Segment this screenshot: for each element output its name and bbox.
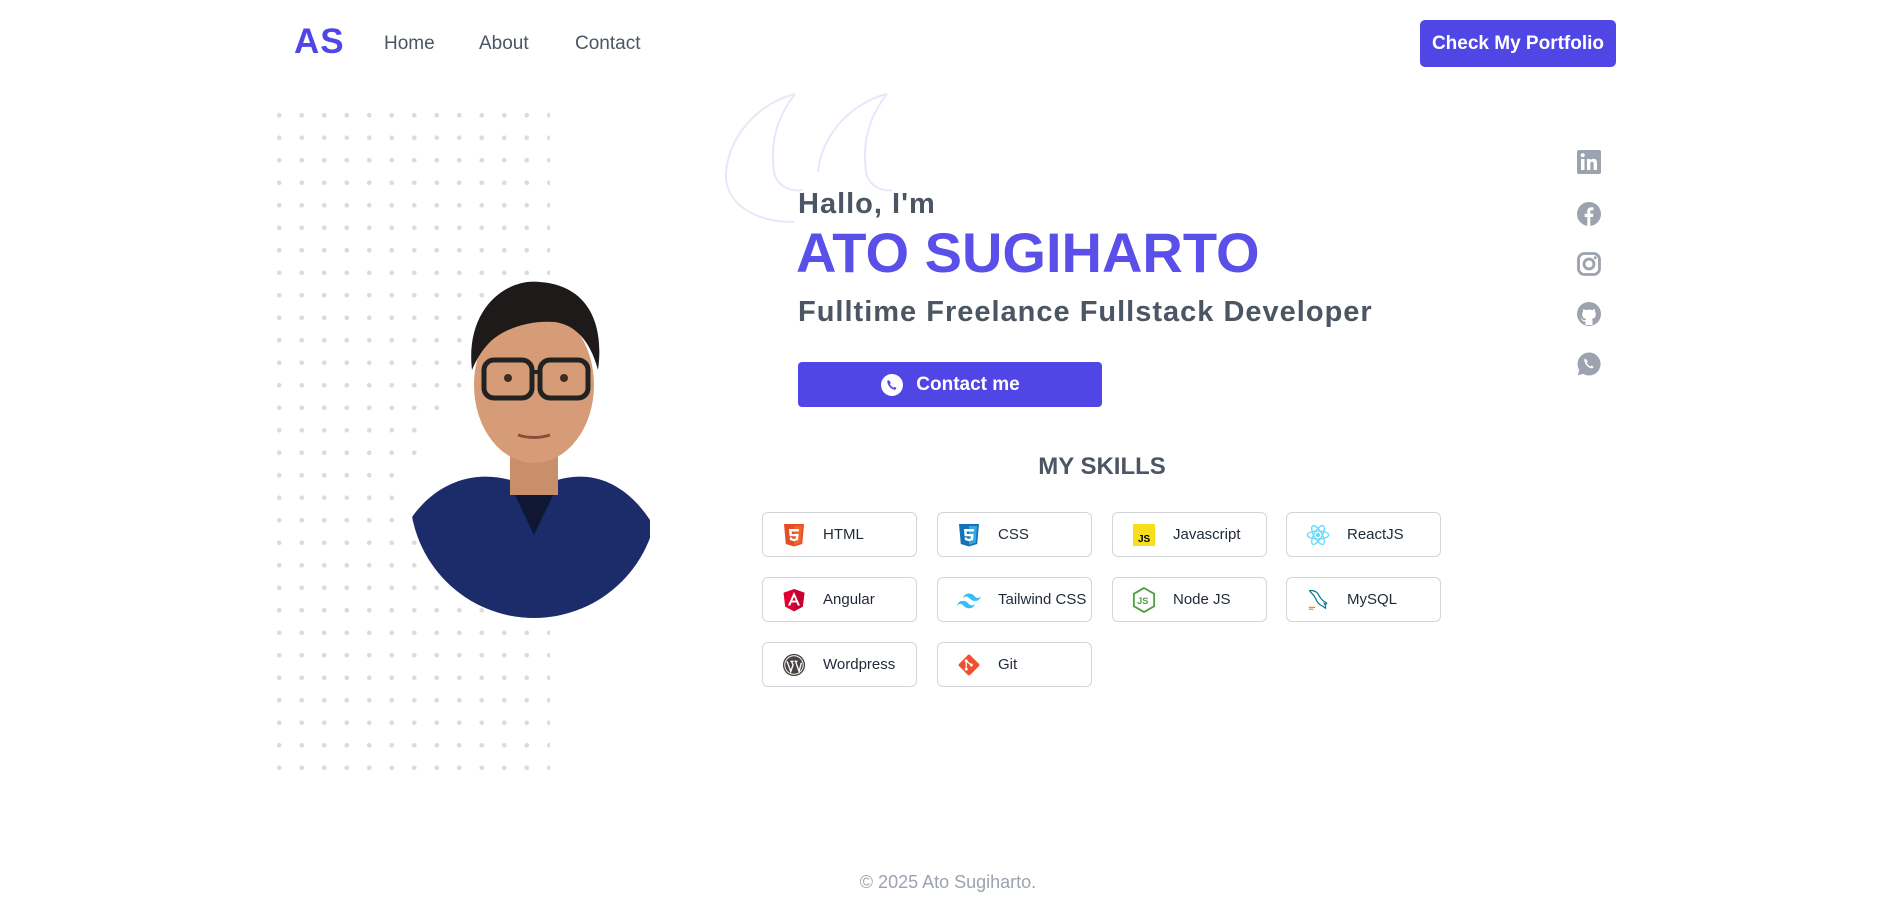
github-icon[interactable] bbox=[1576, 301, 1602, 327]
skill-label: MySQL bbox=[1347, 591, 1398, 608]
whatsapp-icon bbox=[881, 373, 904, 396]
skill-card-nodejs: JS Node JS bbox=[1112, 577, 1267, 622]
whatsapp-icon[interactable] bbox=[1576, 351, 1602, 377]
css3-icon bbox=[957, 523, 981, 547]
skill-card-css: CSS bbox=[937, 512, 1092, 557]
mysql-icon bbox=[1306, 588, 1330, 612]
skill-label: HTML bbox=[823, 526, 864, 543]
skill-label: Angular bbox=[823, 591, 875, 608]
skills-title: MY SKILLS bbox=[1038, 453, 1166, 480]
wordpress-icon bbox=[782, 653, 806, 677]
javascript-icon: JS bbox=[1132, 523, 1156, 547]
git-icon bbox=[957, 653, 981, 677]
hero-name: ATO SUGIHARTO bbox=[796, 221, 1260, 284]
check-portfolio-button[interactable]: Check My Portfolio bbox=[1420, 20, 1616, 67]
angular-icon bbox=[782, 588, 806, 612]
skill-card-tailwind: Tailwind CSS bbox=[937, 577, 1092, 622]
instagram-icon[interactable] bbox=[1576, 251, 1602, 277]
nav-link-home[interactable]: Home bbox=[384, 33, 435, 55]
contact-me-label: Contact me bbox=[916, 373, 1020, 395]
skill-label: Git bbox=[998, 656, 1018, 673]
hero-role: Fulltime Freelance Fullstack Developer bbox=[798, 296, 1373, 328]
tailwind-icon bbox=[957, 588, 981, 612]
nav-link-contact[interactable]: Contact bbox=[575, 33, 640, 55]
skill-label: CSS bbox=[998, 526, 1029, 543]
skill-label: Javascript bbox=[1173, 526, 1241, 543]
facebook-icon[interactable] bbox=[1576, 201, 1602, 227]
skill-card-git: Git bbox=[937, 642, 1092, 687]
skill-card-angular: Angular bbox=[762, 577, 917, 622]
profile-photo bbox=[410, 281, 650, 618]
footer-copyright: © 2025 Ato Sugiharto. bbox=[859, 872, 1037, 892]
skill-label: ReactJS bbox=[1347, 526, 1404, 543]
html5-icon bbox=[782, 523, 806, 547]
skill-card-reactjs: ReactJS bbox=[1286, 512, 1441, 557]
skill-label: Node JS bbox=[1173, 591, 1231, 608]
nav-link-about[interactable]: About bbox=[479, 33, 529, 55]
skill-label: Tailwind CSS bbox=[998, 591, 1087, 608]
hero-greeting: Hallo, I'm bbox=[798, 188, 936, 220]
skill-label: Wordpress bbox=[823, 656, 896, 673]
react-icon bbox=[1306, 523, 1330, 547]
site-logo[interactable]: AS bbox=[294, 22, 345, 62]
contact-me-button[interactable]: Contact me bbox=[798, 362, 1102, 407]
svg-text:JS: JS bbox=[1138, 534, 1151, 545]
skill-card-javascript: JS Javascript bbox=[1112, 512, 1267, 557]
skill-card-html: HTML bbox=[762, 512, 917, 557]
svg-text:JS: JS bbox=[1137, 596, 1148, 606]
skill-card-mysql: MySQL bbox=[1286, 577, 1441, 622]
skill-card-wordpress: Wordpress bbox=[762, 642, 917, 687]
linkedin-icon[interactable] bbox=[1576, 149, 1602, 175]
nodejs-icon: JS bbox=[1132, 586, 1156, 614]
